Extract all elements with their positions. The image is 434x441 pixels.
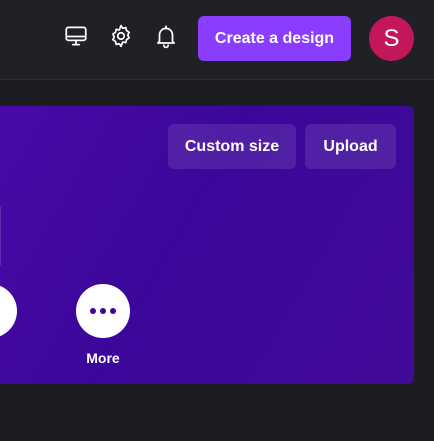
shortcut-partial-circle: [0, 284, 17, 338]
banner-edge-decoration: [0, 206, 1, 266]
top-bar: Create a design S: [0, 0, 434, 80]
desktop-app-button[interactable]: [59, 21, 93, 55]
hero-banner: Custom size Upload s More: [0, 106, 414, 384]
bell-icon: [153, 23, 179, 54]
notifications-button[interactable]: [149, 21, 183, 55]
upload-button[interactable]: Upload: [305, 124, 396, 169]
shortcut-more-label: More: [86, 350, 120, 366]
gear-icon: [108, 23, 134, 54]
settings-button[interactable]: [104, 21, 138, 55]
avatar[interactable]: S: [369, 16, 414, 61]
more-dots-icon: [76, 284, 130, 338]
desktop-icon: [63, 23, 89, 54]
shortcut-more[interactable]: More: [68, 284, 138, 366]
page: Create a design S Custom size Upload s M…: [0, 0, 434, 441]
shortcut-partial[interactable]: s: [0, 284, 25, 366]
create-design-button[interactable]: Create a design: [198, 16, 351, 61]
custom-size-button[interactable]: Custom size: [168, 124, 296, 169]
